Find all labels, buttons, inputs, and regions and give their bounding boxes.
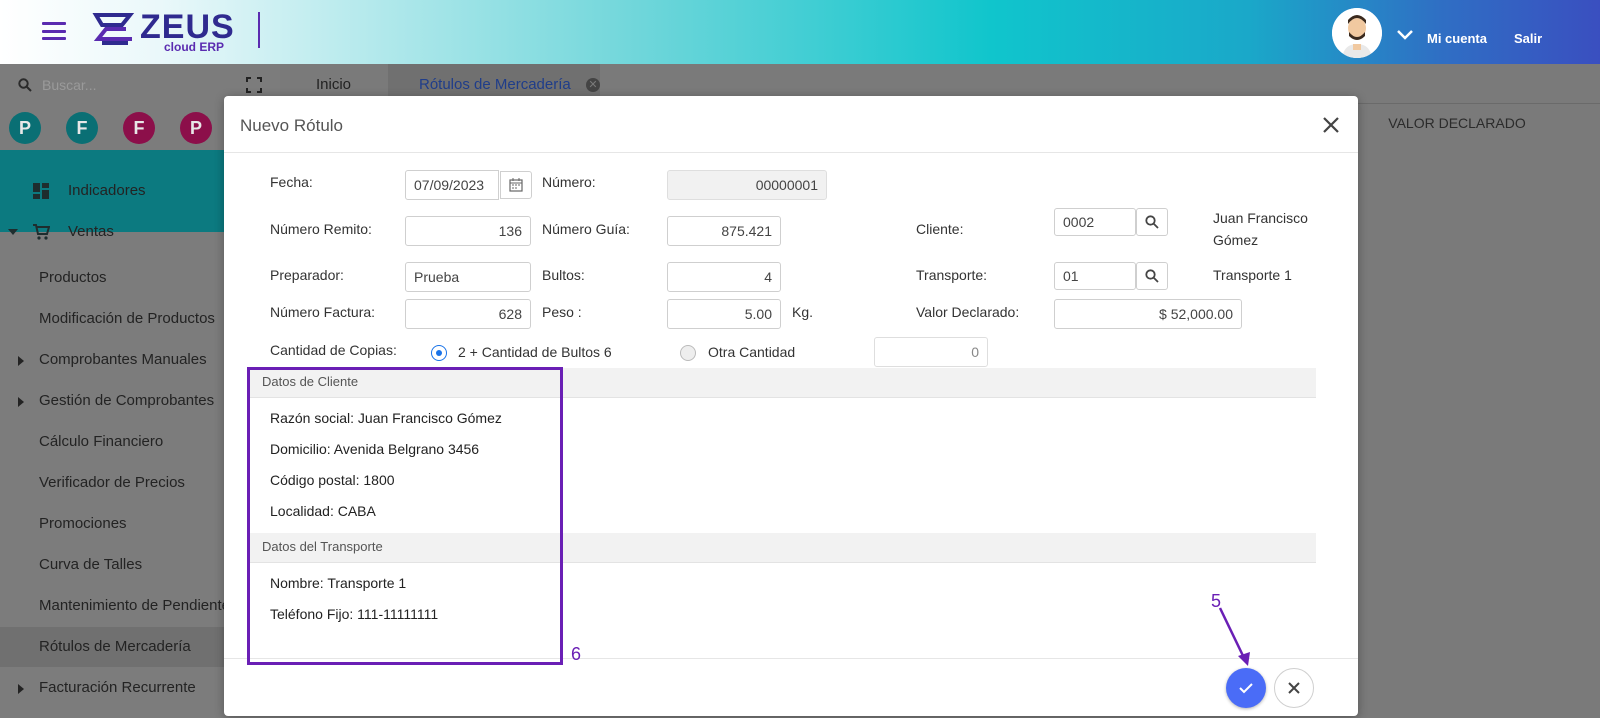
transporte-search-button[interactable] (1136, 262, 1168, 290)
preparador-label: Preparador: (270, 267, 344, 283)
tab-rotulos[interactable]: Rótulos de Mercadería (419, 76, 571, 93)
avatar[interactable] (1332, 8, 1382, 58)
numero-field: 00000001 (667, 170, 827, 200)
tab-inicio[interactable]: Inicio (316, 76, 351, 93)
numero-guia-label: Número Guía: (542, 221, 630, 237)
bultos-label: Bultos: (542, 267, 585, 283)
peso-field[interactable]: 5.00 (667, 299, 781, 329)
bultos-field[interactable]: 4 (667, 262, 781, 292)
valor-declarado-label: Valor Declarado: (916, 304, 1020, 320)
search-icon (18, 78, 32, 92)
search-icon (1145, 269, 1159, 283)
top-bar: ZEUS cloud ERP Mi cuenta Salir (0, 0, 1600, 64)
numero-remito-label: Número Remito: (270, 221, 372, 237)
cliente-name-line1: Juan Francisco (1213, 210, 1308, 226)
radio-bultos[interactable] (431, 345, 447, 361)
cantidad-copias-label: Cantidad de Copias: (270, 342, 397, 358)
sidebar-item-curva-talles[interactable]: Curva de Talles (39, 556, 142, 573)
search-input[interactable]: Buscar... (42, 77, 96, 93)
peso-label: Peso : (542, 304, 582, 320)
cart-icon (33, 224, 50, 240)
numero-factura-label: Número Factura: (270, 304, 376, 320)
sidebar-item-promociones[interactable]: Promociones (39, 515, 127, 532)
otra-cantidad-field[interactable]: 0 (874, 337, 988, 367)
shortcut-chip[interactable]: P (180, 112, 212, 144)
fecha-label: Fecha: (270, 174, 313, 190)
calendar-button[interactable] (500, 171, 532, 199)
numero-remito-field[interactable]: 136 (405, 216, 531, 246)
sidebar-item-calculo-financiero[interactable]: Cálculo Financiero (39, 433, 163, 450)
valor-declarado-field[interactable]: $ 52,000.00 (1054, 299, 1242, 329)
radio-otra-cantidad[interactable] (680, 345, 696, 361)
peso-unit: Kg. (792, 304, 814, 320)
expand-arrow-icon[interactable] (18, 684, 24, 694)
sidebar-item-comprobantes-manuales[interactable]: Comprobantes Manuales (39, 351, 207, 368)
cliente-field[interactable]: 0002 (1054, 208, 1136, 236)
sidebar-item-ventas[interactable]: Ventas (68, 223, 114, 240)
fullscreen-icon[interactable] (246, 77, 262, 93)
account-link[interactable]: Mi cuenta (1427, 31, 1487, 46)
cliente-name-line2: Gómez (1213, 232, 1259, 248)
numero-label: Número: (542, 174, 596, 190)
tab-close-icon[interactable]: ✕ (586, 78, 600, 92)
cliente-label: Cliente: (916, 221, 964, 237)
expand-arrow-icon[interactable] (18, 356, 24, 366)
search-icon (1145, 215, 1159, 229)
confirm-button[interactable] (1226, 668, 1266, 708)
sidebar-item-productos[interactable]: Productos (39, 269, 107, 286)
user-avatar-icon (1332, 8, 1382, 58)
shortcut-chip[interactable]: P (9, 112, 41, 144)
cliente-search-button[interactable] (1136, 208, 1168, 236)
divider (224, 152, 1358, 153)
sidebar-search[interactable]: Buscar... (18, 76, 258, 98)
logout-link[interactable]: Salir (1514, 31, 1542, 46)
logo-divider (258, 12, 260, 48)
numero-factura-field[interactable]: 628 (405, 299, 531, 329)
radio-bultos-label: 2 + Cantidad de Bultos 6 (458, 344, 612, 360)
transporte-field[interactable]: 01 (1054, 262, 1136, 290)
preparador-field[interactable]: Prueba (405, 262, 531, 292)
highlight-box (247, 367, 563, 665)
hamburger-menu-icon[interactable] (42, 22, 66, 40)
annotation-step-6: 6 (571, 644, 582, 664)
logo-text: ZEUS (140, 8, 235, 46)
dialog-title: Nuevo Rótulo (240, 116, 344, 135)
sidebar-item-gestion-comprobantes[interactable]: Gestión de Comprobantes (39, 392, 214, 409)
calendar-icon (509, 178, 523, 192)
chevron-down-icon[interactable] (1396, 28, 1414, 42)
logo-subtitle: cloud ERP (164, 40, 225, 54)
dashboard-icon (33, 183, 49, 199)
expand-arrow-icon[interactable] (18, 397, 24, 407)
sidebar-item-facturacion-recurrente[interactable]: Facturación Recurrente (39, 679, 196, 696)
cancel-button[interactable] (1274, 668, 1314, 708)
sidebar-item-modificacion[interactable]: Modificación de Productos (39, 310, 215, 327)
table-header-valor-declarado: VALOR DECLARADO (1388, 115, 1526, 131)
close-icon (1288, 682, 1300, 694)
numero-guia-field[interactable]: 875.421 (667, 216, 781, 246)
fecha-field[interactable]: 07/09/2023 (405, 170, 499, 200)
zeus-logo-icon (92, 13, 135, 45)
transporte-label: Transporte: (916, 267, 988, 283)
annotation-arrow-icon (1218, 607, 1250, 666)
sidebar-item-indicadores[interactable]: Indicadores (68, 182, 146, 199)
close-icon[interactable] (1320, 114, 1342, 136)
transporte-name: Transporte 1 (1213, 267, 1292, 283)
sidebar-item-mantenimiento[interactable]: Mantenimiento de Pendientes (39, 597, 237, 614)
caret-down-icon[interactable] (8, 229, 18, 237)
sidebar-item-verificador[interactable]: Verificador de Precios (39, 474, 185, 491)
shortcut-chip[interactable]: F (123, 112, 155, 144)
logo: ZEUS cloud ERP (92, 10, 234, 54)
shortcut-chip[interactable]: F (66, 112, 98, 144)
radio-otra-cantidad-label: Otra Cantidad (708, 344, 796, 360)
sidebar-item-rotulos[interactable]: Rótulos de Mercadería (39, 638, 191, 655)
check-icon (1239, 683, 1253, 694)
